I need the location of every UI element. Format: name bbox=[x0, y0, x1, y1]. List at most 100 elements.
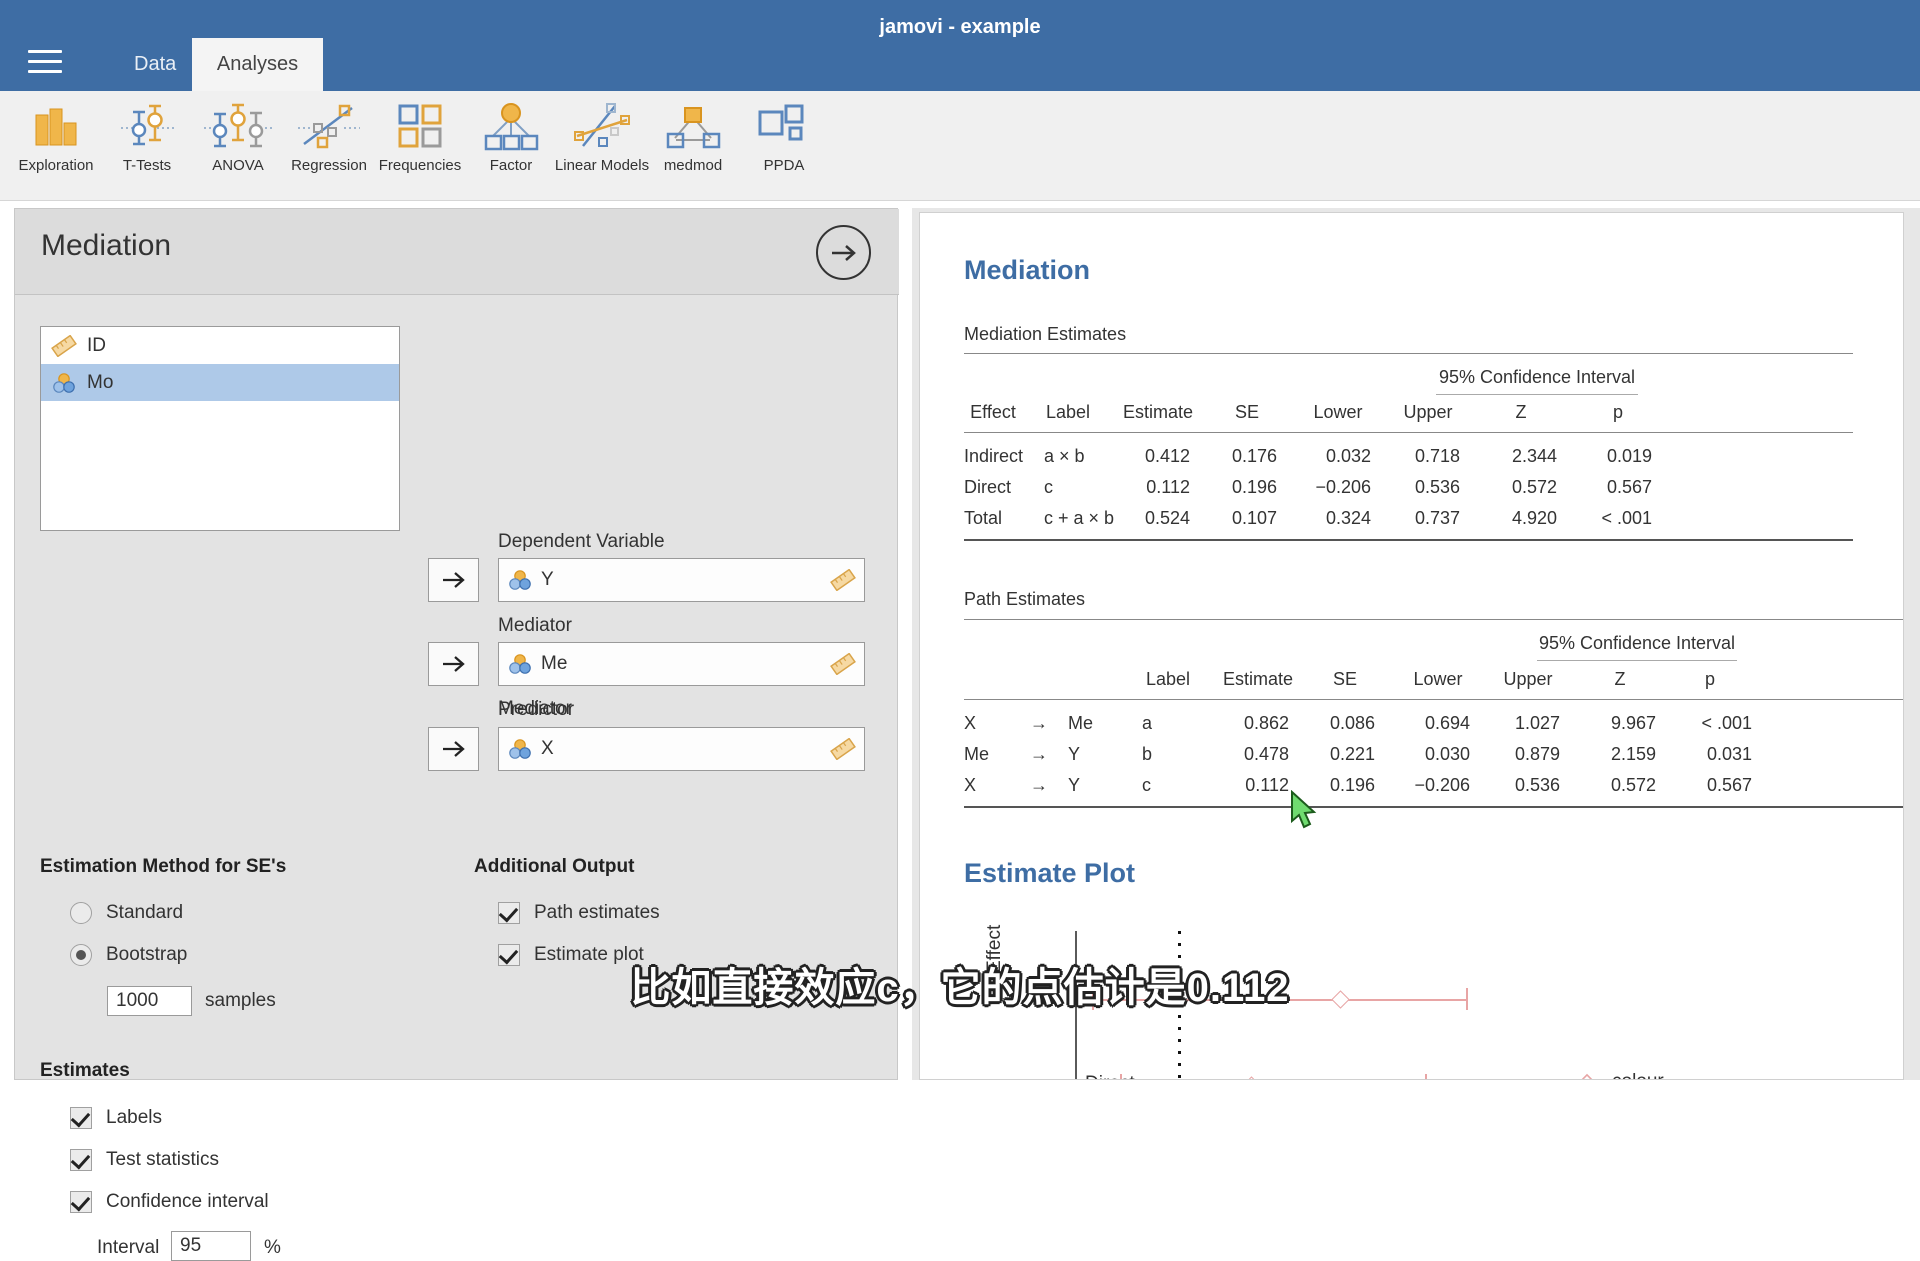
path-cell-from: X bbox=[964, 713, 977, 733]
path-cell-label: b bbox=[1142, 744, 1153, 764]
path-cell-se: 0.086 bbox=[1329, 713, 1375, 733]
mediation-estimates-caption: Mediation Estimates bbox=[964, 324, 1127, 344]
radio-standard-indicator bbox=[70, 902, 92, 924]
checkbox-confidence-interval-indicator bbox=[70, 1191, 92, 1213]
checkbox-confidence-interval[interactable]: Confidence interval bbox=[70, 1191, 269, 1213]
path-cell-to: Y bbox=[1068, 775, 1081, 795]
tab-strip: Data Analyses bbox=[0, 38, 1920, 91]
options-title: Mediation bbox=[41, 229, 172, 262]
tab-analyses[interactable]: Analyses bbox=[192, 38, 323, 91]
path-cell-label: c bbox=[1142, 775, 1151, 795]
path-cell-from: Me bbox=[964, 744, 990, 764]
path-rule-header bbox=[964, 699, 1903, 700]
cell-label: c bbox=[1044, 477, 1053, 497]
dropbox-predictor[interactable]: X bbox=[498, 727, 865, 771]
path-cell-p: 0.567 bbox=[1706, 775, 1752, 795]
path-col-estimate: Estimate bbox=[1222, 669, 1294, 689]
analysis-options-panel: Mediation ID Mo Dependent Variable Y Med… bbox=[14, 208, 899, 1261]
path-cell-lower: 0.030 bbox=[1424, 744, 1470, 764]
checkbox-test-statistics[interactable]: Test statistics bbox=[70, 1149, 219, 1171]
radio-standard[interactable]: Standard bbox=[70, 902, 183, 924]
checkbox-labels[interactable]: Labels bbox=[70, 1107, 162, 1129]
path-cell-upper: 0.536 bbox=[1514, 775, 1560, 795]
path-col-z: Z bbox=[1614, 669, 1626, 689]
label-predictor: Predictor bbox=[498, 699, 575, 720]
label-dependent-variable: Dependent Variable bbox=[498, 531, 665, 552]
results-panel[interactable]: Mediation Mediation Estimates 95% Confid… bbox=[919, 212, 1904, 1080]
mediation-span-header: 95% Confidence Interval bbox=[1438, 367, 1636, 387]
path-col-lower: Lower bbox=[1413, 669, 1463, 689]
tab-data[interactable]: Data bbox=[108, 38, 202, 91]
arrow-right-icon bbox=[442, 741, 465, 757]
nominal-icon bbox=[507, 569, 533, 591]
cell-estimate: 0.524 bbox=[1144, 508, 1190, 528]
cell-z: 0.572 bbox=[1511, 477, 1557, 497]
path-cell-from: X bbox=[964, 775, 977, 795]
path-cell-p: < .001 bbox=[1701, 713, 1752, 733]
checkbox-labels-indicator bbox=[70, 1107, 92, 1129]
assign-predictor-button[interactable] bbox=[428, 727, 479, 771]
dropbox-mediator[interactable]: Me bbox=[498, 642, 865, 686]
checkbox-path-estimates[interactable]: Path estimates bbox=[498, 902, 660, 924]
arrow-right-icon bbox=[442, 656, 465, 672]
variable-list-item-mo[interactable]: Mo bbox=[41, 364, 399, 401]
arrow-right-circle-icon[interactable] bbox=[816, 225, 871, 280]
variable-name: Mo bbox=[87, 371, 114, 393]
cell-se: 0.196 bbox=[1231, 477, 1277, 497]
path-cell-lower: 0.694 bbox=[1424, 713, 1470, 733]
dropbox-dependent-variable[interactable]: Y bbox=[498, 558, 865, 602]
cell-z: 2.344 bbox=[1511, 446, 1557, 466]
path-cell-est: 0.112 bbox=[1245, 775, 1289, 795]
interval-input[interactable] bbox=[171, 1231, 251, 1261]
checkbox-test-statistics-indicator bbox=[70, 1149, 92, 1171]
cell-p: 0.019 bbox=[1606, 446, 1652, 466]
path-span-rule bbox=[1537, 660, 1737, 661]
path-cell-upper: 1.027 bbox=[1514, 713, 1560, 733]
path-cell-z: 9.967 bbox=[1610, 713, 1656, 733]
cell-effect: Direct bbox=[964, 477, 1012, 497]
col-effect: Effect bbox=[970, 402, 1016, 422]
path-col-se: SE bbox=[1332, 669, 1358, 689]
path-cell-upper: 0.879 bbox=[1514, 744, 1560, 764]
assign-dependent-variable-button[interactable] bbox=[428, 558, 479, 602]
estimates-title: Estimates bbox=[40, 1060, 130, 1081]
ruler-icon bbox=[830, 738, 856, 760]
checkbox-confidence-interval-label: Confidence interval bbox=[106, 1191, 269, 1212]
cell-label: a × b bbox=[1044, 446, 1085, 466]
variable-list-item-id[interactable]: ID bbox=[41, 327, 399, 364]
ribbon-item-ppda[interactable]: PPDA bbox=[728, 95, 840, 195]
cell-upper: 0.718 bbox=[1414, 446, 1460, 466]
path-rule-bottom bbox=[964, 806, 1903, 808]
path-arrow-icon: → bbox=[1030, 775, 1048, 795]
checkbox-labels-label: Labels bbox=[106, 1107, 162, 1128]
cell-lower: 0.324 bbox=[1325, 508, 1371, 528]
path-cell-se: 0.196 bbox=[1329, 775, 1375, 795]
col-se: SE bbox=[1234, 402, 1260, 422]
col-upper: Upper bbox=[1403, 402, 1453, 422]
cell-upper: 0.536 bbox=[1414, 477, 1460, 497]
errorbar-cap-right bbox=[1425, 1074, 1427, 1079]
variable-list[interactable]: ID Mo bbox=[40, 326, 400, 531]
cell-lower: 0.032 bbox=[1325, 446, 1371, 466]
analyses-ribbon: Exploration T-Tests ANOVA Regression Fre… bbox=[0, 91, 1920, 201]
hamburger-icon[interactable] bbox=[28, 50, 70, 80]
cell-lower: −0.206 bbox=[1315, 477, 1371, 497]
path-cell-z: 2.159 bbox=[1610, 744, 1656, 764]
cell-se: 0.176 bbox=[1231, 446, 1277, 466]
path-cell-p: 0.031 bbox=[1706, 744, 1752, 764]
path-cell-label: a bbox=[1142, 713, 1153, 733]
cell-p: < .001 bbox=[1601, 508, 1652, 528]
radio-standard-label: Standard bbox=[106, 902, 184, 923]
cell-z: 4.920 bbox=[1511, 508, 1557, 528]
path-col-label: Label bbox=[1145, 669, 1191, 689]
estimate-point bbox=[1242, 1076, 1261, 1079]
assign-mediator-button[interactable] bbox=[428, 642, 479, 686]
arrow-right-icon bbox=[442, 572, 465, 588]
path-cell-to: Y bbox=[1068, 744, 1081, 764]
results-heading: Mediation bbox=[964, 255, 1090, 285]
ruler-icon bbox=[830, 569, 856, 591]
cell-upper: 0.737 bbox=[1414, 508, 1460, 528]
plot-tick-label-direct: Direct bbox=[1085, 1073, 1135, 1079]
cell-label: c + a × b bbox=[1044, 508, 1115, 528]
path-arrow-icon: → bbox=[1030, 744, 1048, 764]
